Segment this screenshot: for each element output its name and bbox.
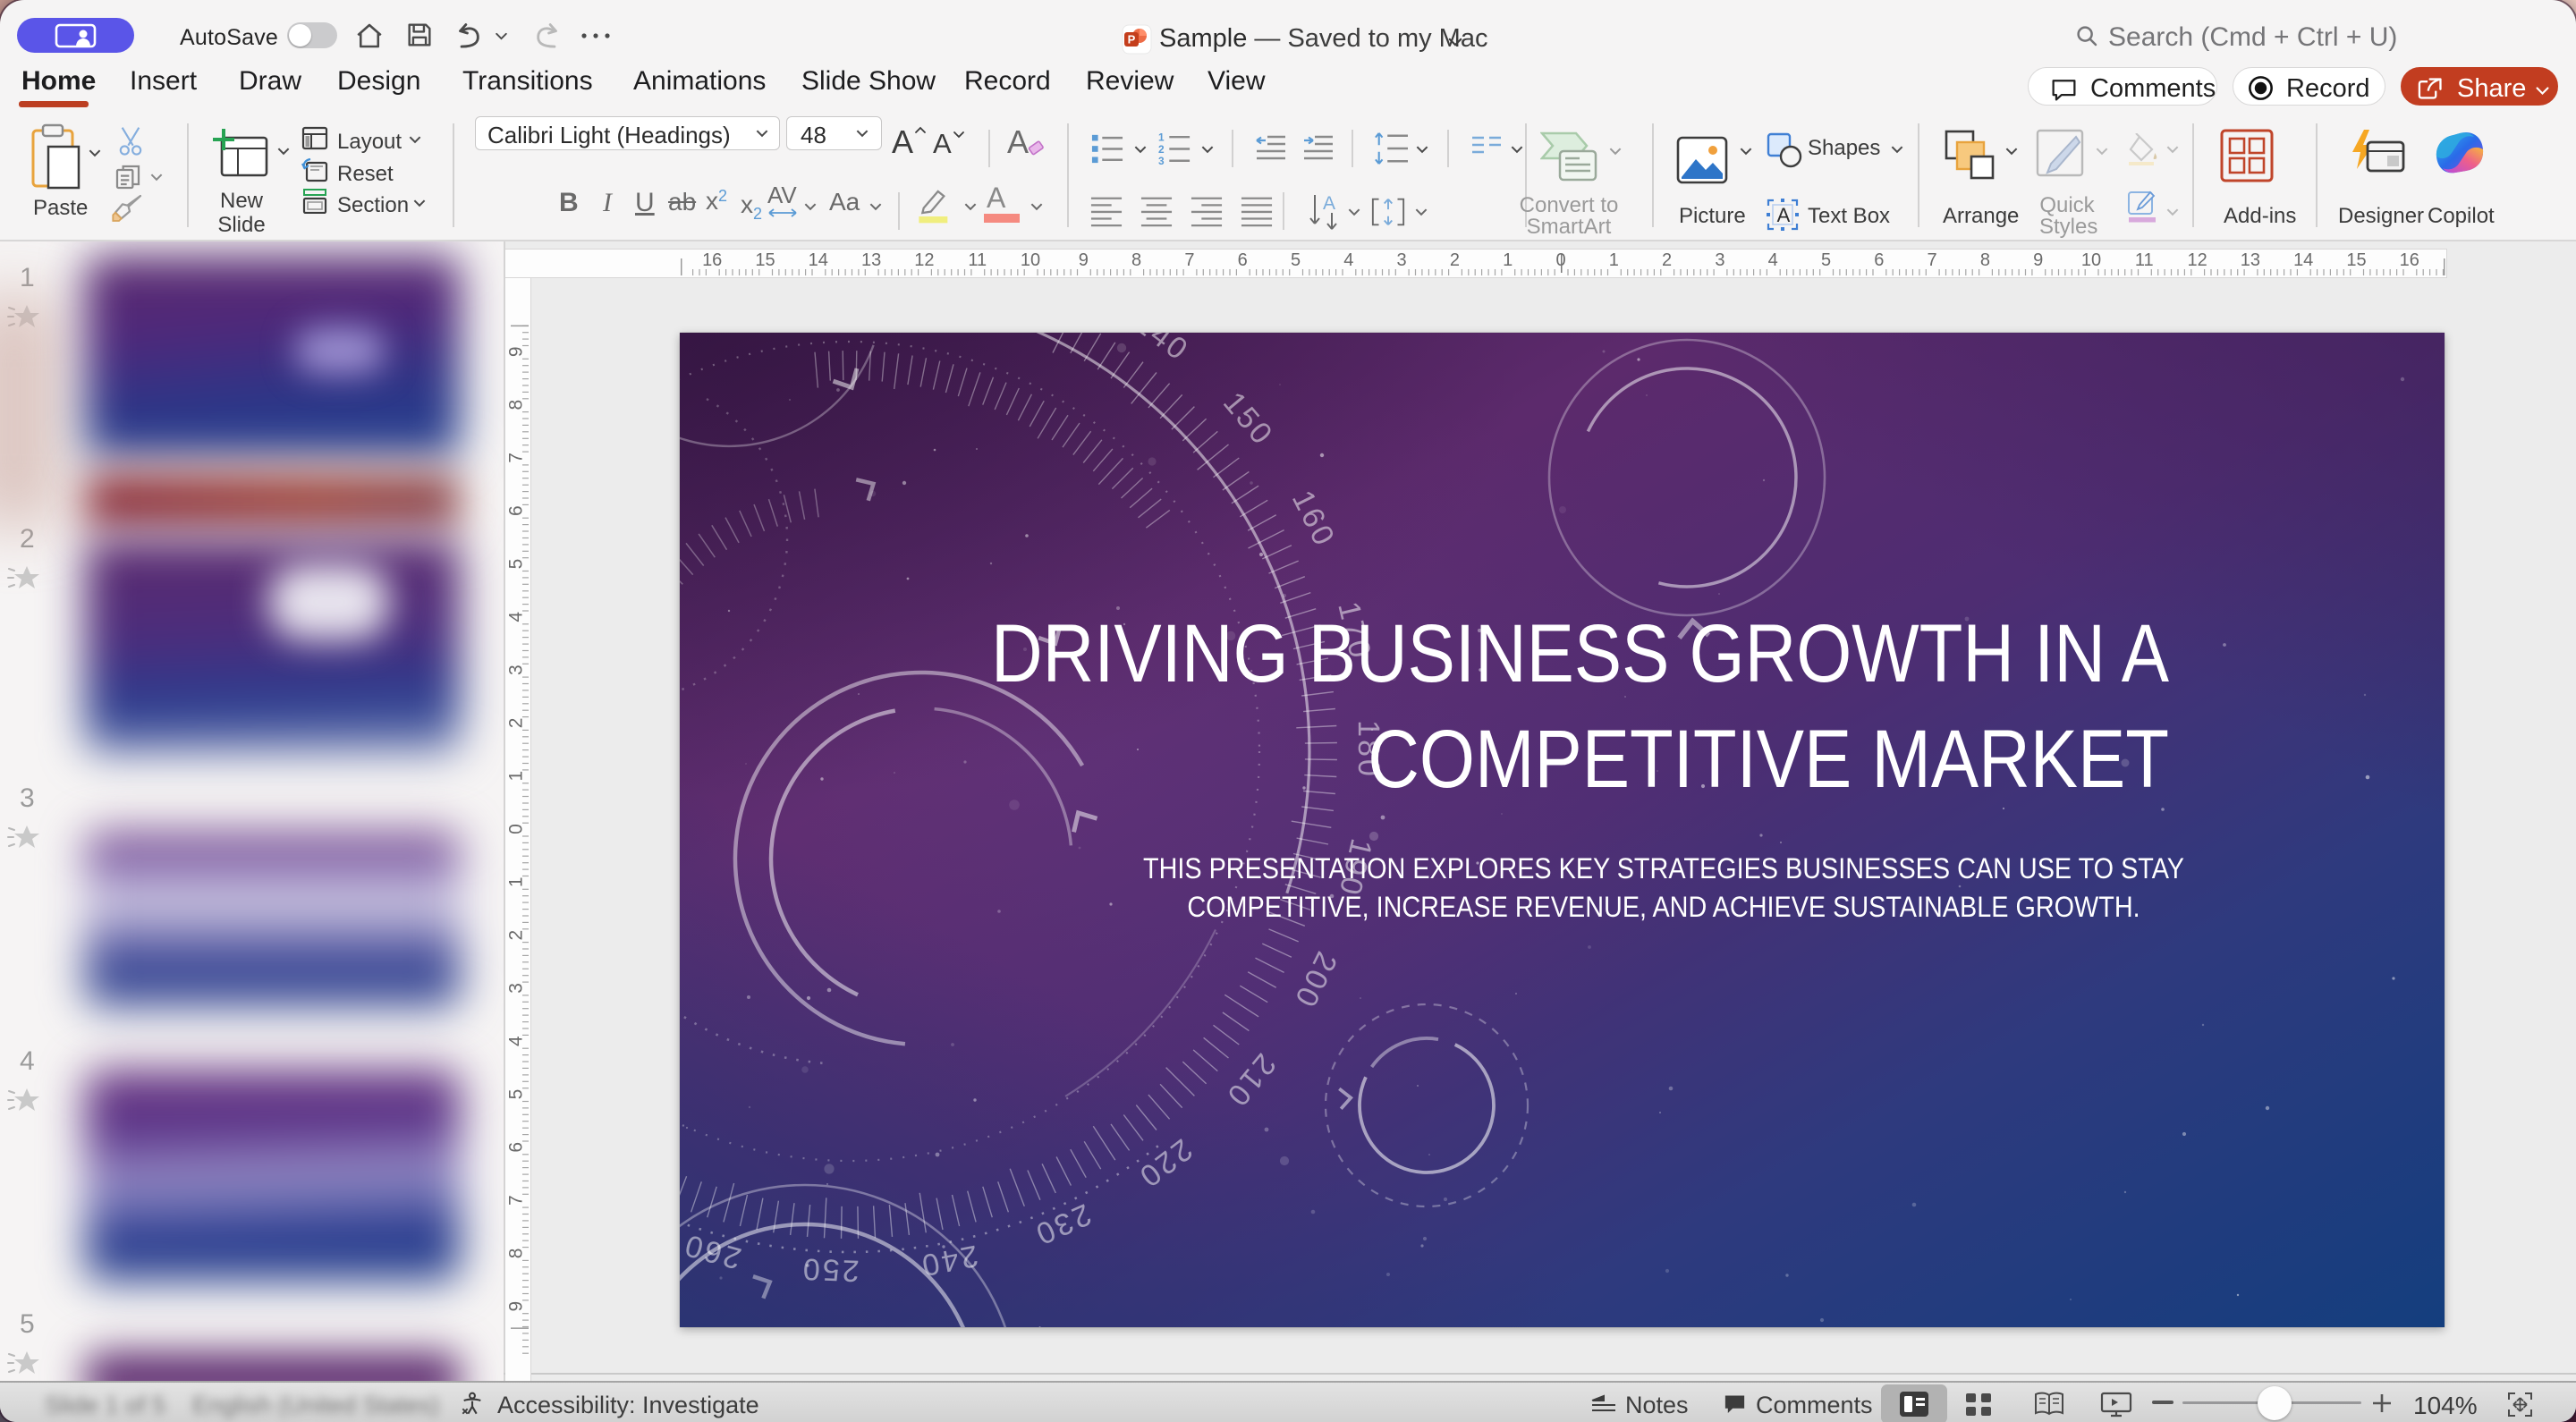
svg-text:3: 3 [506,664,527,675]
svg-text:3: 3 [1158,155,1165,166]
svg-text:1: 1 [1158,131,1165,143]
svg-text:11: 11 [968,250,987,270]
svg-text:4: 4 [1343,250,1353,270]
svg-text:8: 8 [506,1248,527,1258]
svg-text:4: 4 [506,611,527,622]
svg-text:6: 6 [1874,250,1884,270]
svg-text:12: 12 [914,250,934,270]
svg-text:3: 3 [1715,250,1724,270]
svg-text:9: 9 [1079,250,1089,270]
svg-text:A: A [1777,204,1791,226]
svg-text:11: 11 [2135,250,2154,270]
svg-text:9: 9 [506,1300,527,1311]
svg-text:8: 8 [506,399,527,410]
svg-text:1: 1 [1503,250,1513,270]
svg-text:5: 5 [506,1088,527,1099]
svg-text:10: 10 [1021,250,1040,270]
svg-text:P: P [1128,33,1136,47]
svg-text:4: 4 [506,1036,527,1046]
svg-text:1: 1 [506,876,527,887]
svg-text:8: 8 [1980,250,1990,270]
svg-text:2: 2 [1158,143,1165,156]
svg-text:7: 7 [1184,250,1194,270]
svg-text:2: 2 [1450,250,1460,270]
svg-text:2: 2 [506,717,527,728]
svg-text:A: A [1323,193,1335,214]
svg-text:1: 1 [506,770,527,781]
svg-text:4: 4 [1768,250,1778,270]
svg-text:16: 16 [702,250,722,270]
svg-text:7: 7 [506,453,527,463]
svg-text:14: 14 [2293,250,2313,270]
svg-text:15: 15 [755,250,775,270]
svg-text:16: 16 [2400,250,2419,270]
svg-text:9: 9 [506,346,527,357]
svg-text:2: 2 [1662,250,1672,270]
svg-text:6: 6 [506,505,527,516]
svg-text:5: 5 [1821,250,1831,270]
svg-text:6: 6 [506,1141,527,1152]
svg-text:5: 5 [1291,250,1301,270]
svg-text:13: 13 [2241,250,2260,270]
svg-text:15: 15 [2346,250,2366,270]
svg-text:2: 2 [506,929,527,940]
svg-text:3: 3 [506,983,527,994]
svg-text:6: 6 [1238,250,1248,270]
svg-text:10: 10 [2081,250,2101,270]
svg-text:12: 12 [2187,250,2207,270]
svg-text:3: 3 [1397,250,1407,270]
svg-text:7: 7 [1928,250,1937,270]
svg-text:14: 14 [809,250,828,270]
svg-text:9: 9 [2033,250,2043,270]
svg-text:13: 13 [861,250,881,270]
svg-text:0: 0 [506,824,527,834]
svg-text:7: 7 [506,1195,527,1206]
svg-text:1: 1 [1609,250,1619,270]
svg-text:8: 8 [1131,250,1141,270]
svg-text:5: 5 [506,558,527,569]
svg-text:250: 250 [800,1251,860,1287]
